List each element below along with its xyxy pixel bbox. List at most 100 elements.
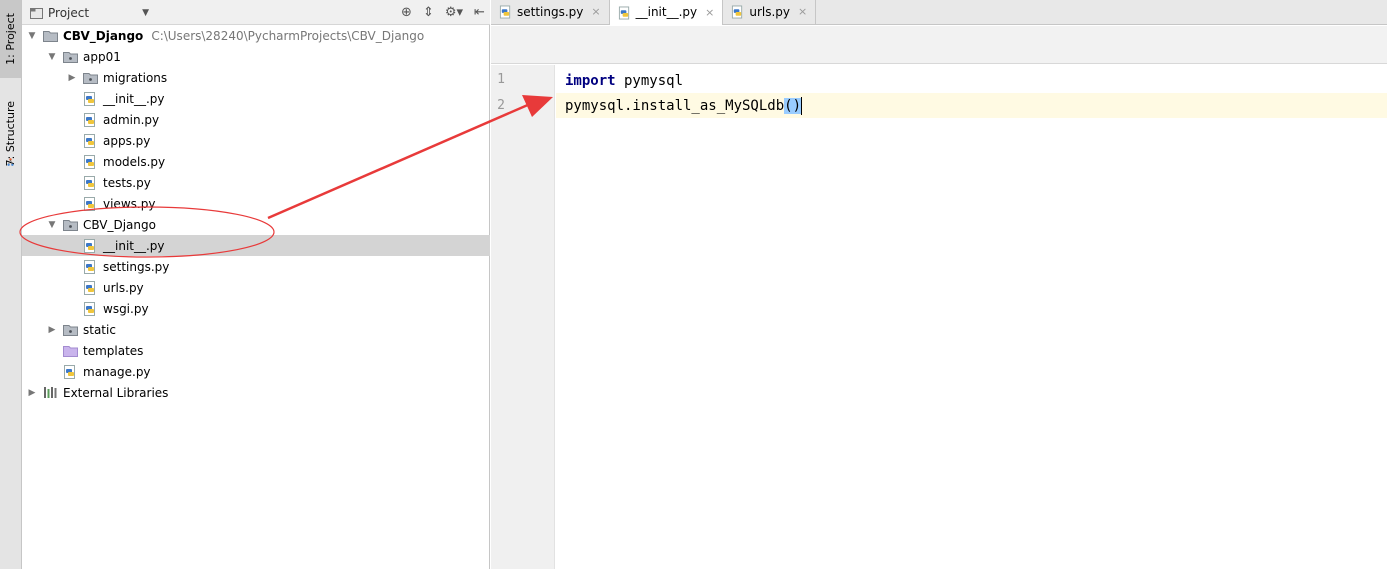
tree-item-label: __init__.py [103, 238, 165, 253]
scroll-from-source-icon[interactable]: ⊕ [400, 6, 413, 19]
python-file-icon [82, 238, 98, 253]
tree-item[interactable]: views.py [22, 193, 490, 214]
python-file-icon [82, 91, 98, 106]
expand-arrow-right-icon[interactable]: ▶ [42, 325, 62, 335]
tree-item[interactable]: manage.py [22, 361, 490, 382]
tree-item-label: app01 [83, 49, 121, 64]
matched-parens: () [784, 97, 802, 114]
tree-item-label: admin.py [103, 112, 160, 127]
expand-arrow-right-icon[interactable]: ▶ [62, 73, 82, 83]
project-panel: Project ▼ ⊕ ⇕ ⚙▾ ⇤ ▼ CBV_Django C:\Users\2… [22, 0, 490, 569]
expand-arrow-down-icon[interactable]: ▼ [42, 52, 62, 62]
project-folder-icon [42, 29, 58, 43]
python-file-icon [82, 112, 98, 127]
project-view-icon [30, 7, 43, 19]
package-folder-icon [62, 323, 78, 337]
editor-area: settings.py × __init__.py × urls.py × 1 2 imp… [491, 0, 1387, 569]
editor-tab-label: urls.py [749, 4, 791, 19]
python-file-icon [82, 154, 98, 169]
project-panel-title: Project [48, 5, 90, 20]
tree-item-label: models.py [103, 154, 166, 169]
line-number: 2 [497, 98, 505, 113]
tree-item[interactable]: urls.py [22, 277, 490, 298]
project-view-selector[interactable]: Project ▼ [30, 0, 149, 25]
editor-tab[interactable]: settings.py × [491, 0, 610, 24]
tree-item[interactable]: ▼ CBV_Django [22, 214, 490, 235]
python-file-icon [82, 196, 98, 211]
tree-item-label: __init__.py [103, 91, 165, 106]
expand-arrow-right-icon[interactable]: ▶ [22, 388, 42, 398]
structure-icon [7, 158, 14, 166]
code-line[interactable]: import pymysql [556, 68, 1387, 93]
tree-item[interactable]: __init__.py [22, 88, 490, 109]
python-file-icon [82, 175, 98, 190]
python-file-icon [499, 5, 512, 19]
tool-window-strip: 1: Project 7: Structure [0, 0, 22, 569]
tree-item[interactable]: templates [22, 340, 490, 361]
tree-item-label: views.py [103, 196, 156, 211]
tree-item-label: External Libraries [63, 385, 169, 400]
tool-tab-project-label: 1: Project [4, 13, 17, 65]
tree-item[interactable]: ▼ CBV_Django C:\Users\28240\PycharmProject… [22, 25, 490, 46]
tree-item[interactable]: models.py [22, 151, 490, 172]
tree-item-label: tests.py [103, 175, 151, 190]
tree-item[interactable]: settings.py [22, 256, 490, 277]
project-panel-header: Project ▼ ⊕ ⇕ ⚙▾ ⇤ [22, 0, 490, 25]
tree-item[interactable]: wsgi.py [22, 298, 490, 319]
python-file-icon [82, 259, 98, 274]
package-folder-icon [62, 218, 78, 232]
project-tree: ▼ CBV_Django C:\Users\28240\PycharmProject… [22, 25, 490, 403]
tree-item-label: templates [83, 343, 144, 358]
template-folder-icon [62, 344, 78, 358]
tree-item[interactable]: apps.py [22, 130, 490, 151]
library-icon [42, 386, 58, 400]
python-file-icon [82, 301, 98, 316]
gear-icon[interactable]: ⚙▾ [444, 6, 464, 19]
python-file-icon [618, 6, 631, 19]
tree-item-label: CBV_Django [63, 28, 144, 43]
package-folder-icon [82, 71, 98, 85]
tree-item[interactable]: ▼ app01 [22, 46, 490, 67]
chevron-down-icon[interactable]: ▼ [142, 8, 149, 18]
editor-tab[interactable]: __init__.py × [609, 0, 724, 25]
project-panel-toolbar: ⊕ ⇕ ⚙▾ ⇤ [400, 0, 486, 25]
editor-gutter: 1 2 [491, 65, 555, 569]
tree-item-label: CBV_Django [83, 217, 156, 232]
python-file-icon [62, 364, 78, 379]
close-icon[interactable]: × [591, 5, 600, 18]
python-file-icon [731, 5, 744, 19]
package-folder-icon [62, 50, 78, 64]
code-text: pymysql.install_as_MySQLdb [565, 97, 785, 114]
tree-item[interactable]: tests.py [22, 172, 490, 193]
code-editor[interactable]: import pymysql pymysql.install_as_MySQLd… [556, 65, 1387, 569]
keyword-import: import [565, 72, 616, 89]
tree-item-label: migrations [103, 70, 168, 85]
expand-arrow-down-icon[interactable]: ▼ [42, 220, 62, 230]
tree-item[interactable]: __init__.py [22, 235, 490, 256]
tree-item[interactable]: ▶ static [22, 319, 490, 340]
hide-panel-icon[interactable]: ⇤ [473, 6, 486, 19]
tree-item-label: manage.py [83, 364, 151, 379]
tree-item-label: urls.py [103, 280, 144, 295]
tree-item-label: settings.py [103, 259, 170, 274]
tree-item[interactable]: admin.py [22, 109, 490, 130]
editor-tab-label: settings.py [517, 4, 584, 19]
collapse-all-icon[interactable]: ⇕ [422, 6, 435, 19]
close-icon[interactable]: × [705, 6, 714, 19]
editor-breadcrumb-bar [491, 26, 1387, 64]
close-icon[interactable]: × [798, 5, 807, 18]
tool-tab-structure-label: 7: Structure [4, 101, 17, 167]
editor-tab-label: __init__.py [635, 5, 698, 19]
editor-tab-bar: settings.py × __init__.py × urls.py × [491, 0, 1387, 25]
tool-tab-project[interactable]: 1: Project [0, 0, 21, 78]
tree-item[interactable]: ▶ migrations [22, 67, 490, 88]
python-file-icon [82, 133, 98, 148]
editor-tab[interactable]: urls.py × [723, 0, 817, 24]
code-text: pymysql [615, 72, 684, 89]
line-number: 1 [497, 72, 505, 87]
tree-item-label: apps.py [103, 133, 151, 148]
code-line-current[interactable]: pymysql.install_as_MySQLdb() [556, 93, 1387, 118]
expand-arrow-down-icon[interactable]: ▼ [22, 31, 42, 41]
tree-item[interactable]: ▶ External Libraries [22, 382, 490, 403]
project-path: C:\Users\28240\PycharmProjects\CBV_Djang… [151, 28, 425, 43]
